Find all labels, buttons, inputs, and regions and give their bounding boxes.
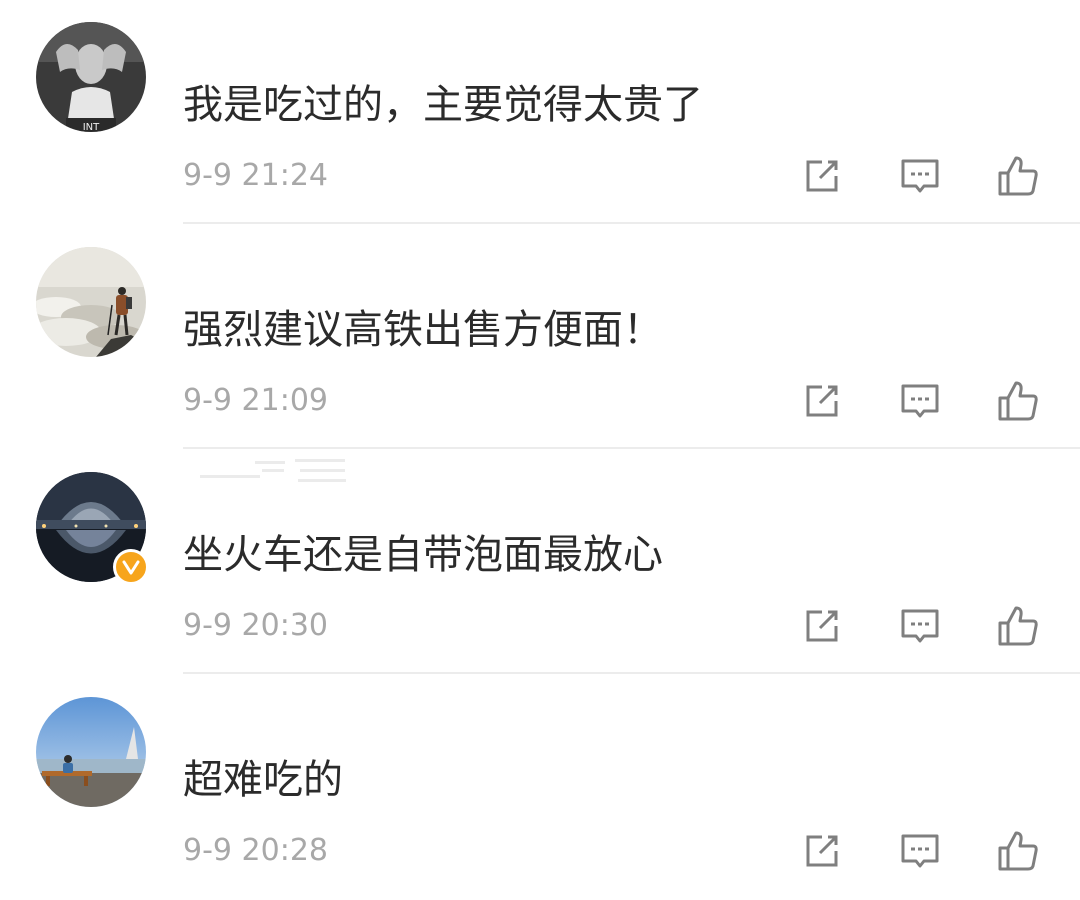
comment-text: 强烈建议高铁出售方便面！ <box>183 307 663 353</box>
comment-text: 我是吃过的，主要觉得太贵了 <box>183 82 703 128</box>
comment-icon <box>901 609 939 643</box>
share-button[interactable] <box>800 604 844 648</box>
comment-item: INT 我是吃过的，主要觉得太贵了 9-9 21:24 <box>0 0 1080 225</box>
seaside-bench-icon <box>36 697 146 807</box>
reply-button[interactable] <box>898 379 942 423</box>
user-avatar[interactable] <box>36 247 146 357</box>
thumbs-up-icon <box>998 606 1038 646</box>
divider <box>183 447 1080 449</box>
reply-button[interactable] <box>898 604 942 648</box>
verified-v-icon <box>122 560 140 575</box>
share-icon <box>806 385 838 417</box>
comment-icon <box>901 159 939 193</box>
comment-item: 强烈建议高铁出售方便面！ 9-9 21:09 <box>0 225 1080 450</box>
thumbs-up-icon <box>998 831 1038 871</box>
divider <box>183 222 1080 224</box>
comment-timestamp: 9-9 20:28 <box>183 833 328 868</box>
comment-timestamp: 9-9 21:24 <box>183 158 328 193</box>
comment-text: 超难吃的 <box>183 757 343 803</box>
like-button[interactable] <box>996 379 1040 423</box>
reply-button[interactable] <box>898 154 942 198</box>
comment-item: 超难吃的 9-9 20:28 <box>0 675 1080 900</box>
user-avatar[interactable]: INT <box>36 22 146 132</box>
like-button[interactable] <box>996 604 1040 648</box>
reply-button[interactable] <box>898 829 942 873</box>
share-icon <box>806 835 838 867</box>
comment-icon <box>901 834 939 868</box>
user-avatar[interactable] <box>36 697 146 807</box>
share-icon <box>806 160 838 192</box>
share-button[interactable] <box>800 154 844 198</box>
comment-icon <box>901 384 939 418</box>
like-button[interactable] <box>996 154 1040 198</box>
thumbs-up-icon <box>998 156 1038 196</box>
svg-text:INT: INT <box>83 122 100 132</box>
comment-text: 坐火车还是自带泡面最放心 <box>183 532 663 578</box>
hiker-above-clouds-icon <box>36 247 146 357</box>
thumbs-up-icon <box>998 381 1038 421</box>
comment-item: 坐火车还是自带泡面最放心 9-9 20:30 <box>0 450 1080 675</box>
comment-timestamp: 9-9 21:09 <box>183 383 328 418</box>
comment-timestamp: 9-9 20:30 <box>183 608 328 643</box>
person-portrait-icon: INT <box>36 22 146 132</box>
verified-badge <box>113 549 149 585</box>
share-button[interactable] <box>800 829 844 873</box>
share-button[interactable] <box>800 379 844 423</box>
divider <box>183 672 1080 674</box>
like-button[interactable] <box>996 829 1040 873</box>
share-icon <box>806 610 838 642</box>
